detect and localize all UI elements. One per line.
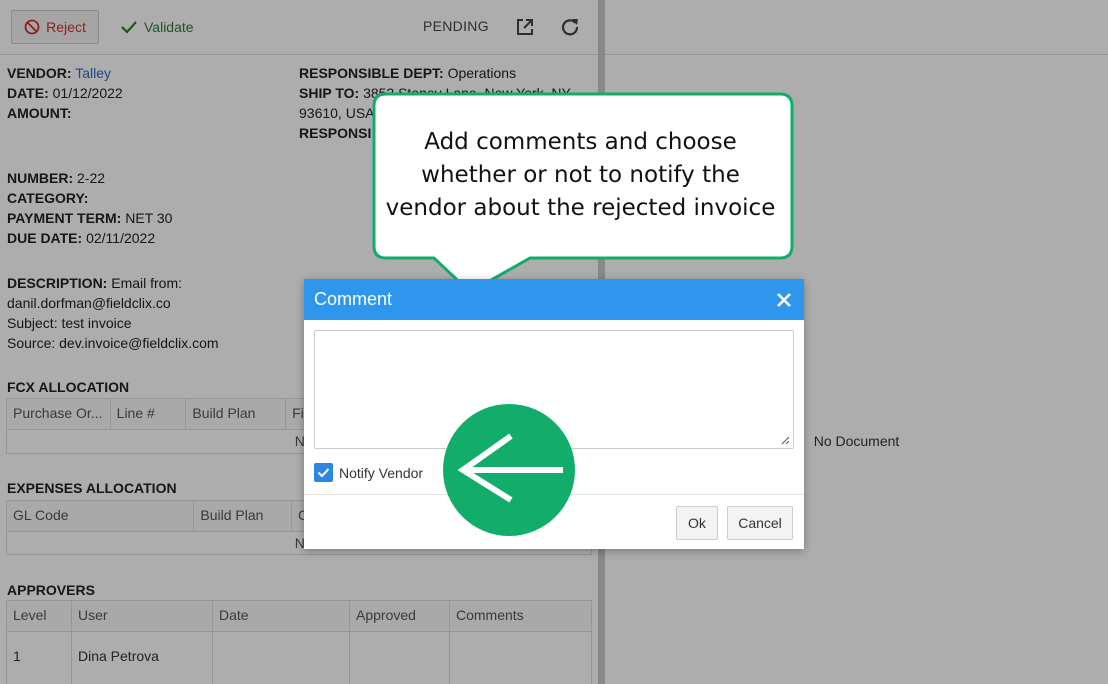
callout-line3: vendor about the rejected invoice (385, 195, 776, 221)
callout-line2: whether or not to notify the (421, 162, 740, 188)
dialog-header: Comment (304, 279, 804, 320)
resize-handle-icon[interactable] (780, 435, 790, 445)
close-icon[interactable] (776, 292, 792, 308)
notify-vendor-label: Notify Vendor (339, 464, 424, 481)
check-icon (317, 468, 330, 478)
notify-vendor-row[interactable]: Notify Vendor (314, 463, 423, 482)
arrow-left-icon (457, 433, 563, 503)
annotation-arrow-circle (443, 404, 575, 536)
dialog-title: Comment (314, 289, 393, 309)
callout-text: Add comments and choose whether or not t… (378, 126, 783, 225)
cancel-button[interactable]: Cancel (727, 506, 793, 540)
ok-button[interactable]: Ok (676, 506, 718, 540)
callout-line1: Add comments and choose (424, 129, 737, 155)
notify-vendor-checkbox[interactable] (314, 463, 333, 482)
